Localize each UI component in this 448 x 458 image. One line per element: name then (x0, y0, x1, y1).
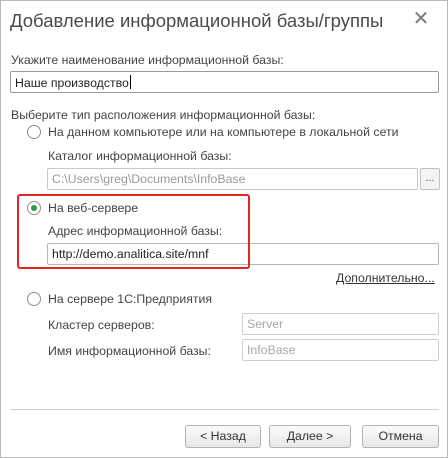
radio-local-label[interactable]: На данном компьютере или на компьютере в… (48, 125, 399, 139)
cluster-input[interactable]: Server (242, 313, 439, 335)
radio-local[interactable] (27, 125, 41, 139)
catalog-label: Каталог информационной базы: (48, 149, 232, 163)
cluster-label: Кластер серверов: (48, 318, 155, 332)
radio-1c-server[interactable] (27, 292, 41, 306)
footer-divider (11, 409, 439, 410)
close-icon[interactable]: ✕ (407, 5, 435, 33)
next-button[interactable]: Далее > (269, 425, 351, 448)
db-name-input[interactable]: InfoBase (242, 339, 439, 361)
name-input[interactable]: Наше производство (10, 71, 439, 93)
db-name-label: Имя информационной базы: (48, 344, 211, 358)
name-input-value: Наше производство (15, 76, 129, 90)
highlight-frame (17, 194, 250, 269)
browse-button[interactable]: ... (420, 168, 440, 190)
dialog-title: Добавление информационной базы/группы (10, 10, 384, 31)
location-type-label: Выберите тип расположения информационной… (11, 108, 316, 122)
catalog-input[interactable]: C:\Users\greg\Documents\InfoBase (47, 168, 418, 190)
advanced-link[interactable]: Дополнительно... (336, 271, 435, 285)
cancel-button[interactable]: Отмена (362, 425, 439, 448)
radio-1c-server-label[interactable]: На сервере 1С:Предприятия (48, 292, 212, 306)
dialog-window: Добавление информационной базы/группы ✕ … (0, 0, 448, 458)
back-button[interactable]: < Назад (185, 425, 261, 448)
text-caret (129, 75, 131, 89)
name-label: Укажите наименование информационной базы… (11, 53, 284, 67)
